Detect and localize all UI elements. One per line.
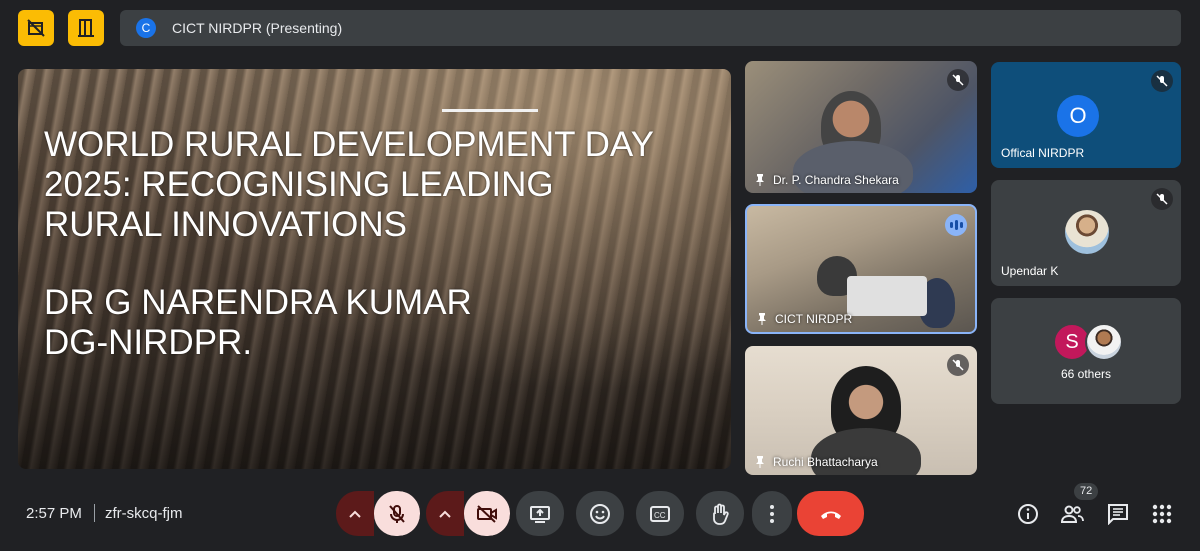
hide-tiles-button[interactable] (18, 10, 54, 46)
pin-icon (758, 313, 766, 325)
chat-button[interactable] (1106, 502, 1130, 526)
door-icon (78, 19, 94, 37)
tile-name-label: Ruchi Bhattacharya (773, 455, 878, 469)
mic-off-indicator (947, 354, 969, 376)
apps-icon (1152, 504, 1172, 524)
hand-icon (713, 503, 729, 525)
video-off-icon (477, 504, 497, 523)
slide-divider (442, 109, 538, 112)
reactions-button[interactable] (576, 491, 624, 536)
participant-tile[interactable]: Dr. P. Chandra Shekara (745, 61, 977, 193)
svg-text:CC: CC (654, 511, 666, 520)
tile-name-label: CICT NIRDPR (775, 312, 853, 326)
no-video-icon (27, 19, 45, 37)
presentation-slide: WORLD RURAL DEVELOPMENT DAY 2025: RECOGN… (18, 69, 731, 469)
participant-tile[interactable]: Ruchi Bhattacharya (745, 346, 977, 475)
more-options-button[interactable] (752, 491, 792, 536)
tile-name: CICT NIRDPR (757, 312, 852, 326)
raise-hand-button[interactable] (696, 491, 744, 536)
participant-count-badge: 72 (1074, 483, 1099, 500)
others-tile[interactable]: S 66 others (991, 298, 1181, 404)
people-icon (1060, 505, 1084, 523)
captions-button[interactable]: CC (636, 491, 684, 536)
participant-tile-offical[interactable]: O Offical NIRDPR (991, 62, 1181, 168)
people-button[interactable] (1060, 502, 1084, 526)
captions-icon: CC (650, 505, 670, 522)
meeting-code: zfr-skcq-fjm (105, 505, 183, 522)
mic-control (336, 491, 420, 536)
desk (847, 276, 927, 316)
mic-off-icon (1156, 75, 1168, 87)
mic-off-indicator (1151, 188, 1173, 210)
meeting-time: 2:57 PM (26, 505, 82, 522)
mic-off-icon (952, 359, 964, 371)
tile-name-label: Upendar K (1001, 264, 1059, 278)
present-button[interactable] (516, 491, 564, 536)
tile-name: Dr. P. Chandra Shekara (755, 173, 899, 187)
meeting-details-button[interactable] (1016, 502, 1040, 526)
present-icon (530, 505, 550, 523)
mic-toggle-button[interactable] (374, 491, 420, 536)
mic-off-icon (1156, 193, 1168, 205)
room-button[interactable] (68, 10, 104, 46)
mic-off-indicator (947, 69, 969, 91)
participant-tile-upendar[interactable]: Upendar K (991, 180, 1181, 286)
camera-control (426, 491, 510, 536)
avatar (1065, 210, 1109, 254)
activities-button[interactable] (1150, 502, 1174, 526)
chevron-up-icon (439, 510, 451, 518)
speaking-indicator (945, 214, 967, 236)
leave-call-button[interactable] (797, 491, 864, 536)
participant-tile-active[interactable]: CICT NIRDPR (745, 204, 977, 334)
more-vert-icon (770, 504, 774, 523)
others-count-label: 66 others (1060, 367, 1112, 381)
emoji-icon (590, 503, 610, 524)
mic-off-icon (389, 504, 405, 523)
divider (94, 504, 95, 522)
audio-options-button[interactable] (336, 491, 374, 536)
chat-icon (1108, 504, 1128, 525)
tile-name-label: Dr. P. Chandra Shekara (773, 173, 899, 187)
avatar: O (1057, 95, 1099, 137)
mic-off-icon (952, 74, 964, 86)
end-call-icon (820, 511, 841, 519)
slide-title: WORLD RURAL DEVELOPMENT DAY 2025: RECOGN… (44, 125, 655, 244)
tile-name: Ruchi Bhattacharya (755, 455, 878, 469)
pin-icon (756, 174, 764, 186)
video-options-button[interactable] (426, 491, 464, 536)
chevron-up-icon (349, 510, 361, 518)
info-icon (1018, 504, 1038, 524)
mic-off-indicator (1151, 70, 1173, 92)
avatar (1085, 323, 1123, 361)
presenting-title: CICT NIRDPR (Presenting) (172, 20, 343, 36)
camera-toggle-button[interactable] (464, 491, 510, 536)
others-avatars: S (1053, 323, 1123, 361)
presenter-avatar: C (136, 18, 156, 38)
presenting-banner[interactable]: C CICT NIRDPR (Presenting) (120, 10, 1181, 46)
pin-icon (756, 456, 764, 468)
slide-author: DR G NARENDRA KUMAR DG-NIRDPR. (44, 283, 472, 362)
tile-name-label: Offical NIRDPR (1001, 146, 1085, 160)
